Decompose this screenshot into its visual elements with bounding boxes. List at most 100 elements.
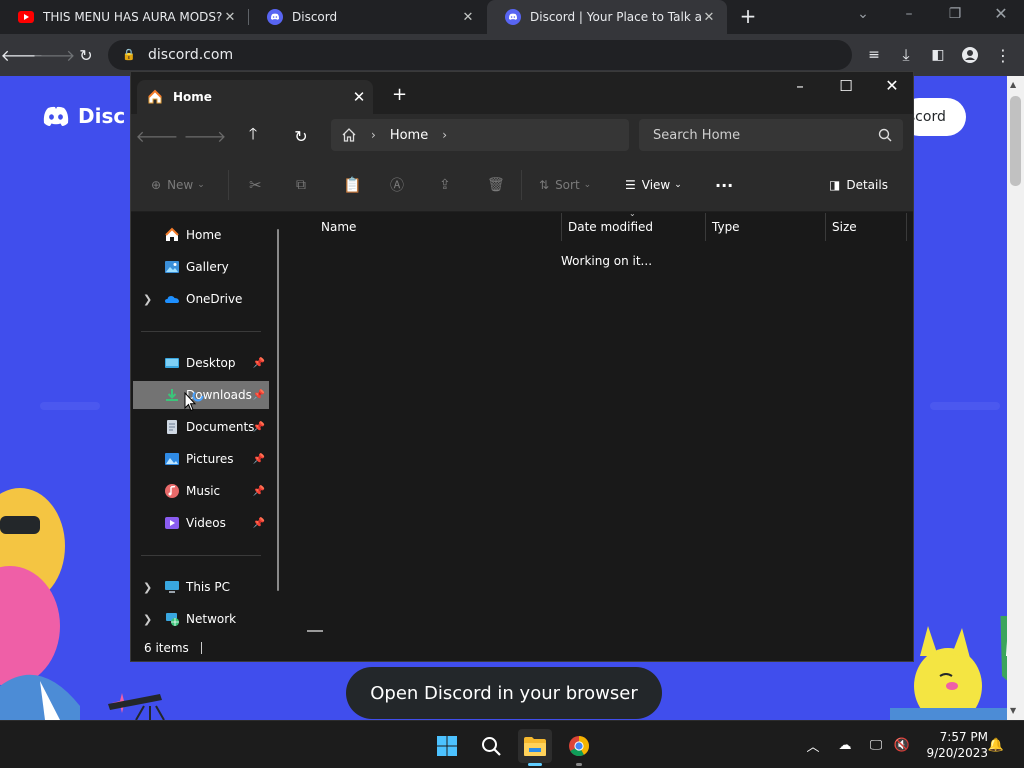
nav-label: Home bbox=[186, 228, 222, 242]
browser-tab-discord[interactable]: Discord ✕ bbox=[249, 0, 486, 34]
cut-icon[interactable]: ✂ bbox=[249, 174, 262, 196]
close-tab-icon[interactable]: ✕ bbox=[345, 88, 373, 106]
share-icon[interactable]: ⇪ bbox=[439, 174, 451, 196]
column-header-label: Name bbox=[321, 220, 357, 234]
copy-icon[interactable]: ⧉ bbox=[296, 174, 306, 196]
search-box[interactable]: Search Home bbox=[639, 119, 903, 151]
pin-icon: 📌 bbox=[252, 453, 265, 465]
onedrive-sync-icon[interactable]: ☁ bbox=[835, 735, 855, 755]
menu-kebab-icon[interactable]: ⋮ bbox=[990, 42, 1016, 68]
forward-arrow-icon[interactable]: 🡒 bbox=[184, 124, 227, 148]
column-divider[interactable] bbox=[906, 213, 907, 241]
display-icon[interactable]: 🖵 bbox=[866, 735, 886, 755]
close-window-button[interactable]: ✕ bbox=[869, 72, 913, 102]
chevron-right-icon[interactable]: ❯ bbox=[143, 581, 152, 594]
reload-icon[interactable]: ↻ bbox=[73, 42, 99, 68]
nav-item-pictures[interactable]: Pictures 📌 bbox=[133, 445, 269, 473]
paste-icon[interactable]: 📋 bbox=[343, 174, 362, 196]
notification-bell-icon[interactable]: 🔔 bbox=[986, 735, 1006, 755]
nav-item-network[interactable]: ❯ Network bbox=[133, 605, 269, 633]
nav-label: OneDrive bbox=[186, 292, 243, 306]
maximize-button[interactable]: ☐ bbox=[823, 72, 869, 102]
minimize-button[interactable]: – bbox=[887, 0, 931, 30]
restore-button[interactable]: ❐ bbox=[933, 0, 977, 30]
music-icon bbox=[165, 484, 179, 498]
media-control-icon[interactable]: ≡ bbox=[861, 42, 887, 68]
taskbar-chrome[interactable] bbox=[562, 729, 596, 766]
nav-item-gallery[interactable]: Gallery bbox=[133, 253, 269, 281]
search-icon bbox=[482, 737, 501, 756]
delete-icon[interactable]: 🗑 bbox=[487, 174, 505, 196]
page-scrollbar-thumb[interactable] bbox=[1010, 96, 1021, 186]
view-button[interactable]: ☰ View ⌄ bbox=[625, 174, 682, 196]
show-hidden-icons-chevron-icon[interactable]: ︿ bbox=[803, 735, 823, 755]
taskbar-file-explorer[interactable] bbox=[518, 729, 552, 766]
nav-label: This PC bbox=[186, 580, 230, 594]
back-arrow-icon[interactable]: 🡐 bbox=[136, 124, 179, 148]
browser-tab-discord-active[interactable]: Discord | Your Place to Talk and H ✕ bbox=[487, 0, 727, 34]
tab-search-icon[interactable]: ⌄ bbox=[841, 0, 885, 30]
nav-item-music[interactable]: Music 📌 bbox=[133, 477, 269, 505]
nav-label: Documents bbox=[186, 420, 255, 434]
start-button[interactable] bbox=[430, 729, 464, 763]
nav-item-videos[interactable]: Videos 📌 bbox=[133, 509, 269, 537]
close-tab-icon[interactable]: ✕ bbox=[222, 10, 238, 25]
clock-time: 7:57 PM bbox=[939, 730, 988, 744]
chevron-right-icon[interactable]: ❯ bbox=[143, 613, 152, 626]
column-header-label: Type bbox=[712, 220, 740, 234]
column-header-name[interactable]: Name bbox=[315, 213, 561, 241]
refresh-icon[interactable]: ↻ bbox=[289, 124, 313, 148]
nav-item-this-pc[interactable]: ❯ This PC bbox=[133, 573, 269, 601]
side-panel-icon[interactable]: ◧ bbox=[925, 42, 951, 68]
new-tab-button[interactable]: + bbox=[738, 6, 758, 26]
discord-logo[interactable]: Disc bbox=[40, 104, 125, 128]
address-bar[interactable]: 🔒 discord.com bbox=[108, 40, 852, 70]
system-clock[interactable]: 7:57 PM 9/20/2023 bbox=[918, 729, 988, 761]
home-icon bbox=[165, 227, 179, 241]
more-options-icon[interactable]: ··· bbox=[715, 174, 733, 196]
details-pane-icon: ◨ bbox=[829, 178, 841, 192]
column-header-type[interactable]: Type bbox=[706, 213, 825, 241]
nav-item-onedrive[interactable]: ❯ OneDrive bbox=[133, 285, 269, 313]
pin-icon: 📌 bbox=[252, 421, 265, 433]
taskbar-search-button[interactable] bbox=[474, 729, 508, 763]
sort-button[interactable]: ⇅ Sort ⌄ bbox=[539, 174, 591, 196]
chevron-right-icon[interactable]: ❯ bbox=[143, 293, 152, 306]
close-tab-icon[interactable]: ✕ bbox=[460, 10, 476, 25]
navigation-pane-scrollbar[interactable] bbox=[277, 229, 279, 591]
open-in-browser-button[interactable]: Open Discord in your browser bbox=[346, 667, 662, 719]
breadcrumb-home[interactable]: Home bbox=[390, 128, 428, 143]
nav-item-home[interactable]: Home bbox=[133, 221, 269, 249]
sort-indicator-icon: ⌄ bbox=[629, 209, 636, 218]
tab-title: THIS MENU HAS AURA MODS?? bbox=[43, 10, 222, 24]
rename-icon[interactable]: Ⓐ bbox=[390, 174, 404, 196]
scroll-up-arrow-icon[interactable]: ▲ bbox=[1010, 80, 1016, 89]
navigation-pane: Home Gallery ❯ OneDrive Desktop 📌 Downlo… bbox=[131, 213, 289, 635]
forward-arrow-icon[interactable]: 🡒 bbox=[33, 42, 76, 68]
file-explorer-window: Home ✕ + – ☐ ✕ 🡐 🡒 🡑 ↻ › Home › Search H… bbox=[130, 71, 914, 662]
chevron-right-icon[interactable]: › bbox=[442, 128, 447, 142]
nav-item-documents[interactable]: Documents 📌 bbox=[133, 413, 269, 441]
address-breadcrumb[interactable]: › Home › bbox=[331, 119, 629, 151]
youtube-icon bbox=[18, 9, 34, 25]
nav-item-desktop[interactable]: Desktop 📌 bbox=[133, 349, 269, 377]
scroll-down-arrow-icon[interactable]: ▼ bbox=[1010, 706, 1016, 715]
column-header-size[interactable]: Size bbox=[826, 213, 906, 241]
explorer-tab-home[interactable]: Home ✕ bbox=[137, 80, 373, 114]
close-window-button[interactable]: ✕ bbox=[979, 0, 1023, 30]
details-button[interactable]: ◨ Details bbox=[829, 174, 888, 196]
up-arrow-icon[interactable]: 🡑 bbox=[241, 124, 265, 148]
download-icon[interactable]: ⤓ bbox=[893, 42, 919, 68]
new-button[interactable]: ⊕ New ⌄ bbox=[151, 174, 205, 196]
new-explorer-tab-button[interactable]: + bbox=[392, 84, 407, 105]
chevron-down-icon: ⌄ bbox=[674, 180, 682, 190]
browser-tab-youtube[interactable]: THIS MENU HAS AURA MODS?? ✕ bbox=[0, 0, 248, 34]
volume-muted-icon[interactable]: 🔇 bbox=[892, 735, 912, 755]
minimize-button[interactable]: – bbox=[777, 72, 823, 102]
close-tab-icon[interactable]: ✕ bbox=[701, 10, 717, 25]
horizontal-scrollbar[interactable] bbox=[307, 630, 323, 632]
profile-icon[interactable] bbox=[957, 42, 983, 68]
back-arrow-icon[interactable]: 🡐 bbox=[1, 42, 44, 68]
item-count: 6 items bbox=[144, 641, 189, 655]
nav-label: Network bbox=[186, 612, 237, 626]
